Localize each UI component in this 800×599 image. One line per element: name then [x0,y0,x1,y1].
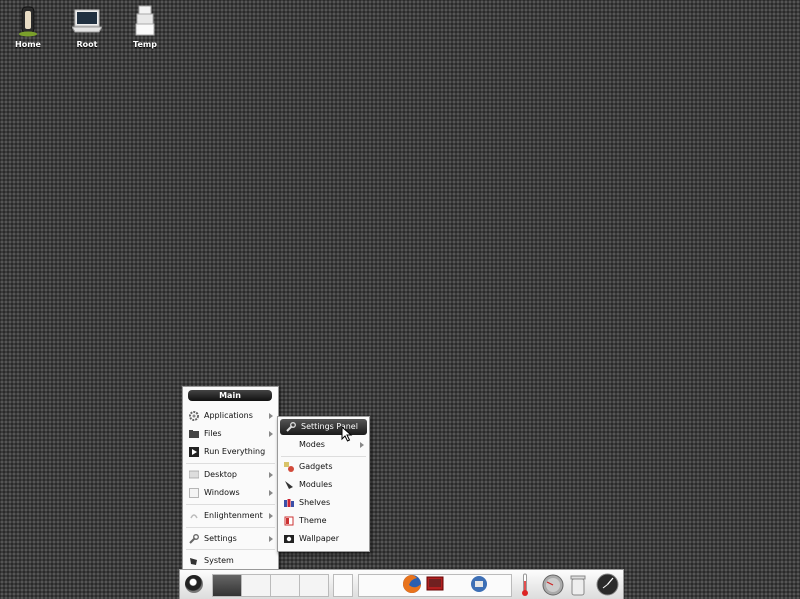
menu-item-settings[interactable]: Settings [183,531,278,547]
root-laptop-icon [71,4,103,38]
menu-separator [281,456,366,457]
pager-desktop-3[interactable] [270,574,300,597]
menu-item-windows[interactable]: Windows [183,485,278,501]
cpu-gauge-icon[interactable] [542,574,564,596]
modules-icon [284,480,294,490]
submenu-arrow-icon [269,536,273,542]
menu-item-gadgets[interactable]: Gadgets [278,459,369,475]
menu-item-shelves[interactable]: Shelves [278,495,369,511]
desktop-icon-root[interactable]: Root [64,4,110,49]
menu-item-label: Shelves [299,498,331,507]
gear-icon [189,411,199,421]
main-menu-title: Main [188,390,272,401]
menu-item-label: Applications [204,411,253,420]
desktop-icon-label: Home [15,40,41,49]
pager-desktop-1[interactable] [212,574,242,597]
menu-separator [186,463,275,464]
desktop-icon [188,470,200,480]
menu-item-files[interactable]: Files [183,426,278,442]
bottom-shelf [179,569,624,599]
folder-icon [189,429,199,439]
submenu-arrow-icon [360,442,364,448]
menu-item-desktop[interactable]: Desktop [183,467,278,483]
menu-item-settings-panel[interactable]: Settings Panel [280,419,367,435]
trash-icon[interactable] [569,573,587,597]
menu-item-label: Settings [204,534,237,543]
pager-desktop-4[interactable] [299,574,329,597]
menu-item-theme[interactable]: Theme [278,513,369,529]
settings-submenu: Settings Panel Modes Gadgets Modules She… [277,416,370,552]
desktop-icon-temp[interactable]: Temp [122,4,168,49]
system-icon [189,556,199,566]
main-menu: Main Applications Files Run Everything D… [182,386,279,574]
menu-item-label: Modes [299,440,325,449]
menu-item-wallpaper[interactable]: Wallpaper [278,531,369,547]
theme-icon [284,516,294,526]
virtual-desktop-pager [212,574,329,597]
menu-item-modes[interactable]: Modes [278,437,369,453]
menu-item-label: Run Everything [204,447,266,456]
mouse-cursor-icon [341,425,353,442]
submenu-arrow-icon [269,513,273,519]
menu-item-label: Wallpaper [299,534,340,543]
menu-item-applications[interactable]: Applications [183,408,278,424]
submenu-arrow-icon [269,413,273,419]
desktop-icon-home[interactable]: Home [5,4,51,49]
menu-item-modules[interactable]: Modules [278,477,369,493]
menu-item-label: System [204,556,234,565]
menu-item-label: Modules [299,480,333,489]
run-icon [189,447,199,457]
gadgets-icon [284,462,294,472]
shelves-icon [284,498,294,508]
firefox-icon[interactable] [402,574,422,594]
menu-separator [186,549,275,550]
start-menu-icon[interactable] [185,575,203,593]
wrench-icon [286,422,296,432]
menu-item-enlightenment[interactable]: Enlightenment [183,508,278,524]
wallpaper-icon [284,534,294,544]
thermometer-icon[interactable] [521,573,529,597]
menu-item-system[interactable]: System [183,553,278,569]
submenu-arrow-icon [269,472,273,478]
thunderbird-icon[interactable] [470,575,488,593]
terminal-icon[interactable] [426,575,444,593]
desktop-icon-label: Root [76,40,98,49]
menu-item-label: Desktop [204,470,237,479]
pager-desktop-2[interactable] [241,574,271,597]
submenu-arrow-icon [269,431,273,437]
home-icon [13,4,43,38]
menu-item-label: Theme [299,516,327,525]
submenu-arrow-icon [269,490,273,496]
wrench-icon [189,534,199,544]
menu-item-label: Files [204,429,222,438]
clock-icon[interactable] [596,573,619,596]
temp-icon [130,4,160,38]
taskbar-slot[interactable] [333,574,353,597]
desktop-icon-label: Temp [133,40,157,49]
menu-item-label: Enlightenment [204,511,263,520]
enlightenment-icon [189,511,199,521]
menu-separator [186,504,275,505]
menu-separator [186,527,275,528]
window-icon [189,488,199,498]
menu-item-run-everything[interactable]: Run Everything [183,444,278,460]
menu-item-label: Windows [204,488,240,497]
menu-item-label: Gadgets [299,462,333,471]
